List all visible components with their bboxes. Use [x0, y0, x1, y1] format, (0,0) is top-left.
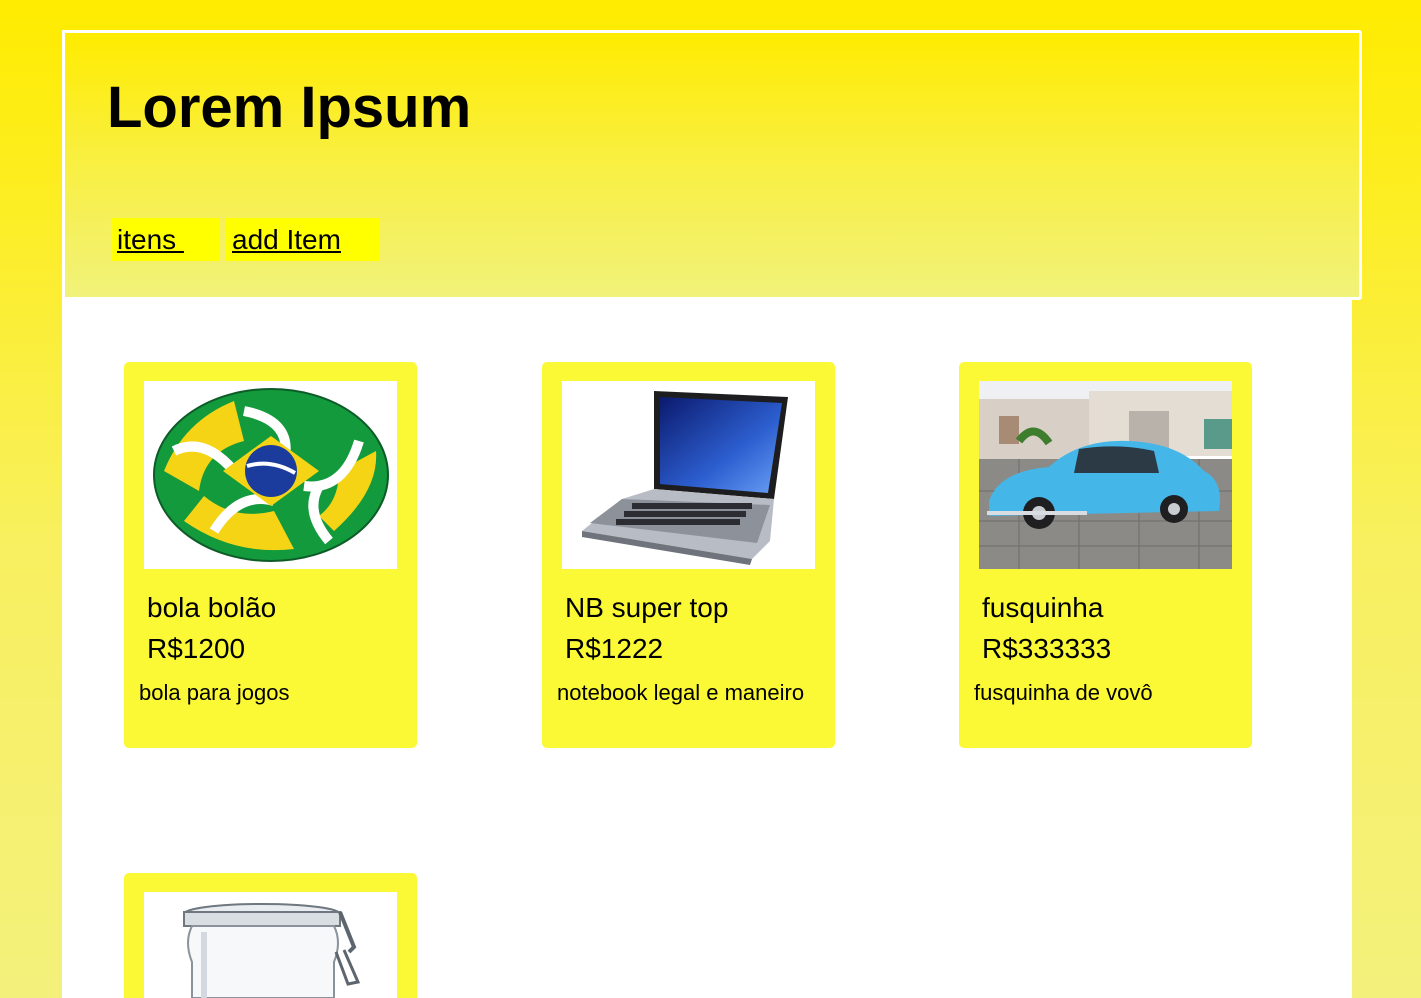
- item-description: bola para jogos: [139, 680, 290, 705]
- laptop-image: [562, 381, 815, 569]
- item-description: notebook legal e maneiro: [557, 680, 805, 705]
- item-name: NB super top: [565, 592, 729, 623]
- soccer-ball-image: [144, 381, 397, 569]
- item-card: bola bolão R$1200 bola para jogos: [124, 362, 417, 748]
- item-name: fusquinha: [982, 592, 1104, 623]
- item-card: fusquinha R$333333 fusquinha de vovô: [959, 362, 1252, 748]
- item-description: fusquinha de vovô: [974, 680, 1153, 705]
- item-price: R$1222: [565, 633, 664, 664]
- blue-beetle-car-image: [979, 381, 1232, 569]
- item-name: bola bolão: [147, 592, 277, 623]
- glass-jar-image: [144, 892, 397, 998]
- nav-bar: itens add Item: [111, 218, 380, 261]
- item-price: R$1200: [147, 633, 246, 664]
- item-card: NB super top R$1222 notebook legal e man…: [542, 362, 835, 748]
- item-card: [124, 873, 417, 998]
- nav-link-itens[interactable]: itens: [111, 218, 220, 261]
- nav-link-add-item[interactable]: add Item: [226, 218, 380, 261]
- item-price: R$333333: [982, 633, 1112, 664]
- site-header: Lorem Ipsum itens add Item: [62, 30, 1362, 300]
- site-title: Lorem Ipsum: [107, 75, 472, 140]
